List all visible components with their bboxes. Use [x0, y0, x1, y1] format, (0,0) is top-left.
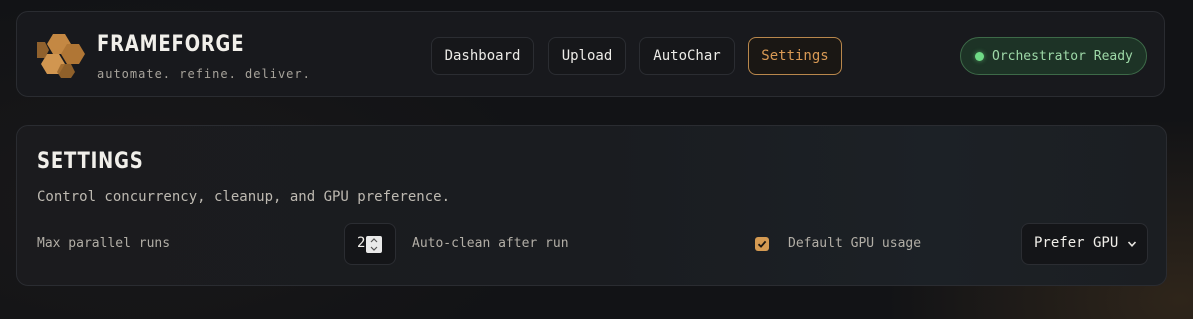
chevron-down-icon — [1127, 241, 1137, 247]
settings-description: Control concurrency, cleanup, and GPU pr… — [37, 189, 451, 205]
nav-settings-button[interactable]: Settings — [748, 37, 842, 75]
default-gpu-label: Default GPU usage — [788, 236, 922, 251]
frameforge-logo-icon — [37, 34, 85, 78]
max-parallel-input[interactable]: 2 — [344, 223, 396, 265]
status-dot-icon — [975, 51, 984, 61]
settings-title: SETTINGS — [37, 149, 144, 174]
nav-upload-button[interactable]: Upload — [548, 37, 626, 75]
gpu-preference-select[interactable]: Prefer GPU — [1021, 223, 1148, 265]
max-parallel-label: Max parallel runs — [37, 236, 171, 251]
max-parallel-value: 2 — [357, 235, 366, 251]
nav-autochar-button[interactable]: AutoChar — [639, 37, 735, 75]
brand-title: FRAMEFORGE — [97, 32, 245, 57]
brand-tagline: automate. refine. deliver. — [97, 67, 311, 81]
gpu-preference-value: Prefer GPU — [1034, 235, 1119, 251]
nav-dashboard-button[interactable]: Dashboard — [431, 37, 534, 75]
spinner-arrows-icon[interactable] — [366, 236, 382, 253]
checkmark-icon — [757, 240, 767, 248]
status-badge: Orchestrator Ready — [960, 37, 1147, 75]
auto-clean-label: Auto-clean after run — [412, 236, 569, 251]
settings-panel: SETTINGS Control concurrency, cleanup, a… — [16, 125, 1167, 286]
app-header: FRAMEFORGE automate. refine. deliver. Da… — [16, 11, 1165, 97]
default-gpu-checkbox[interactable] — [755, 237, 769, 251]
status-text: Orchestrator Ready — [992, 48, 1133, 64]
